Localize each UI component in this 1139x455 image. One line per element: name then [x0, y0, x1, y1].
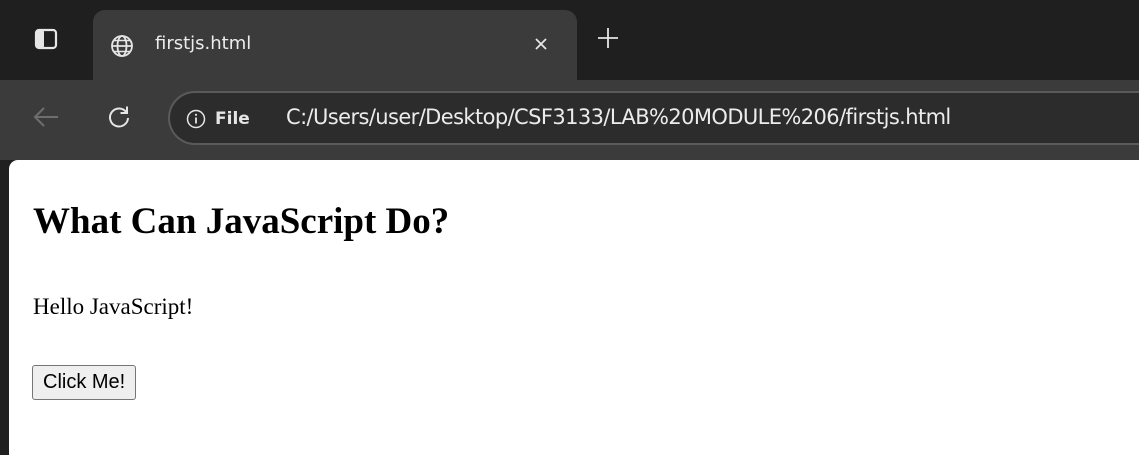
tab-actions-button[interactable] — [19, 20, 73, 62]
back-button[interactable] — [26, 99, 66, 139]
new-tab-button[interactable] — [593, 25, 623, 55]
close-icon — [533, 36, 549, 57]
info-icon — [184, 107, 208, 131]
page-paragraph: Hello JavaScript! — [33, 294, 194, 319]
plus-icon — [596, 26, 620, 55]
address-bar[interactable]: File C:/Users/user/Desktop/CSF3133/LAB%2… — [168, 91, 1139, 145]
tab-close-button[interactable] — [526, 31, 556, 61]
site-info-button[interactable]: File — [184, 104, 250, 134]
tab-title: firstjs.html — [155, 33, 252, 54]
arrow-left-icon — [32, 105, 60, 134]
reload-button[interactable] — [99, 99, 139, 139]
globe-icon — [110, 34, 134, 58]
browser-window: firstjs.html File C:/Users/user/Desktop/… — [0, 0, 1139, 455]
click-me-button[interactable]: Click Me! — [32, 365, 137, 400]
site-info-label: File — [215, 109, 250, 129]
tab-firstjs[interactable]: firstjs.html — [93, 10, 577, 80]
tab-strip: firstjs.html — [0, 0, 1139, 80]
tab-actions-icon — [34, 28, 58, 55]
url-text[interactable]: C:/Users/user/Desktop/CSF3133/LAB%20MODU… — [286, 105, 951, 129]
page-heading: What Can JavaScript Do? — [33, 201, 450, 242]
page-viewport: What Can JavaScript Do? Hello JavaScript… — [9, 160, 1139, 455]
toolbar: File C:/Users/user/Desktop/CSF3133/LAB%2… — [0, 80, 1139, 160]
reload-icon — [106, 104, 132, 135]
